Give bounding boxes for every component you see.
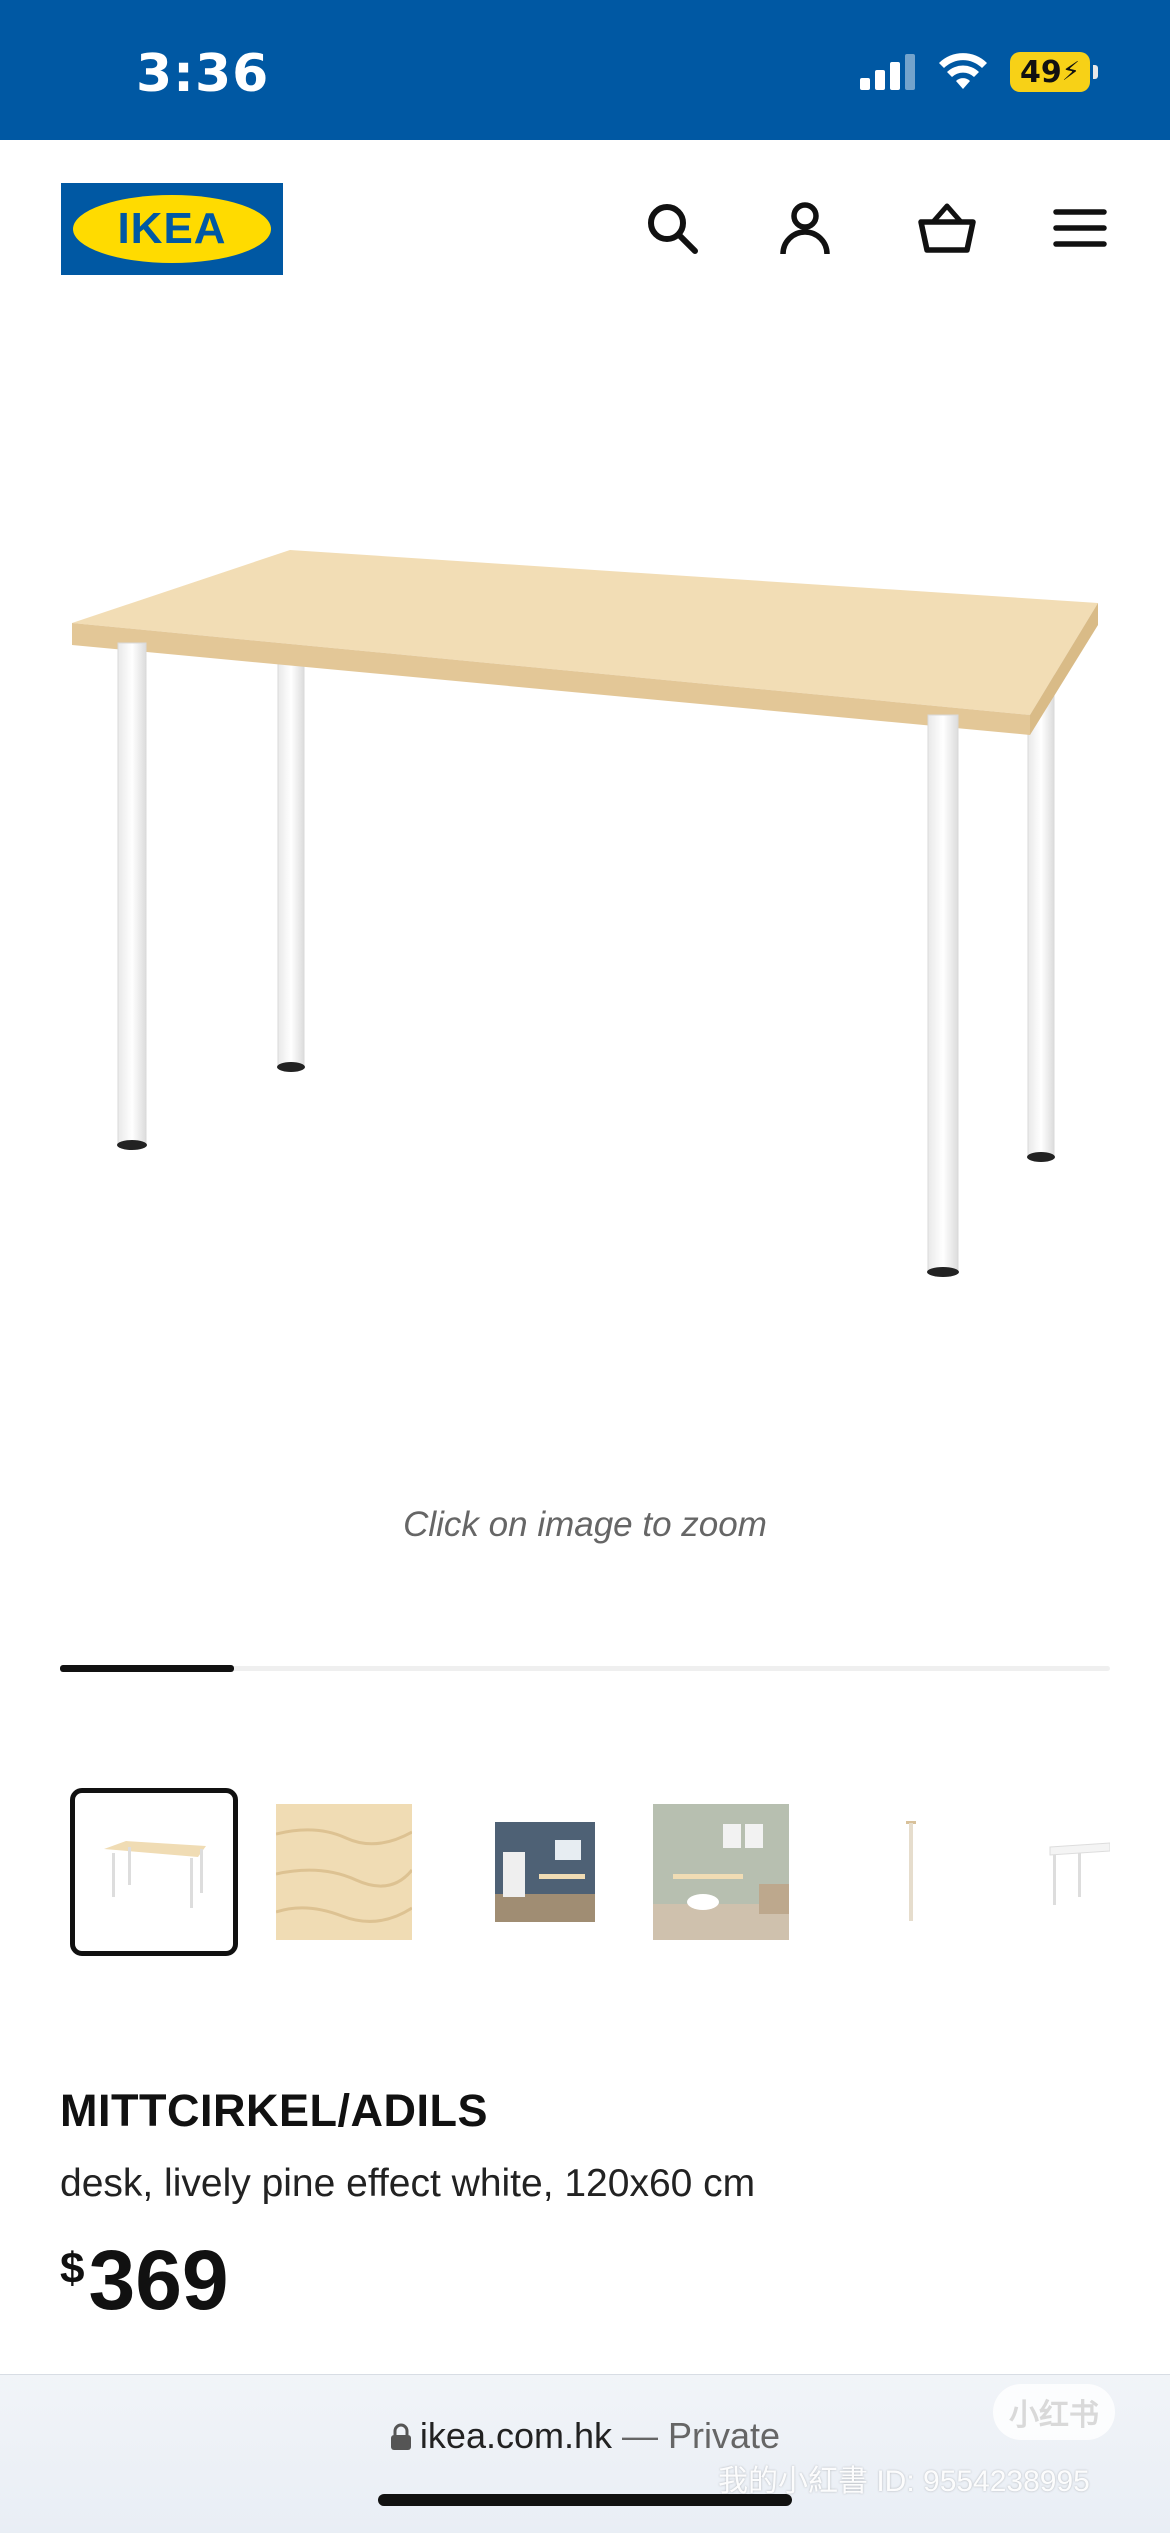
url-domain: ikea.com.hk xyxy=(419,2415,612,2456)
product-price: $ 369 xyxy=(60,2232,229,2328)
battery-icon: 49 ⚡ xyxy=(1010,52,1098,92)
search-icon[interactable] xyxy=(642,198,702,258)
thumbnail-room-1-image xyxy=(495,1822,595,1922)
product-image-desk[interactable] xyxy=(0,315,1170,1495)
private-label: — Private xyxy=(622,2415,781,2456)
thumbnail-leg-image xyxy=(906,1821,916,1921)
product-name: MITTCIRKEL/ADILS xyxy=(60,2085,488,2136)
thumbnail-desk-white[interactable] xyxy=(1020,1788,1140,1956)
ikea-logo[interactable]: IKEA xyxy=(61,183,283,275)
status-time: 3:36 xyxy=(136,44,270,104)
browser-url-bar[interactable]: ikea.com.hk — Private xyxy=(0,2374,1170,2533)
gallery-progress-fill xyxy=(60,1665,235,1672)
thumbnail-room-1[interactable] xyxy=(461,1788,629,1956)
lock-icon xyxy=(390,2423,411,2450)
zoom-hint: Click on image to zoom xyxy=(403,1505,767,1544)
wifi-icon xyxy=(939,53,987,89)
thumbnail-room-2-image xyxy=(653,1804,789,1940)
status-icons: 49 ⚡ xyxy=(860,52,1098,92)
product-image-gallery[interactable] xyxy=(0,315,1170,1635)
site-header: IKEA xyxy=(0,140,1170,315)
thumbnail-pine-surface[interactable] xyxy=(260,1788,428,1956)
thumbnail-pine-image xyxy=(276,1804,412,1940)
battery-level: 49 xyxy=(1019,54,1062,90)
thumbnail-strip xyxy=(0,1788,1170,1960)
status-bar: 3:36 49 ⚡ xyxy=(0,0,1170,140)
thumbnail-desk-image xyxy=(104,1841,206,1908)
watermark-text: 我的小紅書 ID: 9554238995 xyxy=(718,2465,1090,2498)
menu-icon[interactable] xyxy=(1050,198,1110,258)
thumbnail-desk[interactable] xyxy=(70,1788,238,1956)
thumbnail-room-2[interactable] xyxy=(637,1788,805,1956)
price-amount: 369 xyxy=(88,2233,229,2327)
logo-oval: IKEA xyxy=(73,195,271,263)
shopping-basket-icon[interactable] xyxy=(917,198,977,258)
gallery-progress xyxy=(60,1665,1110,1672)
logo-text: IKEA xyxy=(117,204,227,253)
account-icon[interactable] xyxy=(775,198,835,258)
cellular-signal-icon xyxy=(860,54,915,90)
price-currency: $ xyxy=(60,2244,85,2293)
thumbnail-leg[interactable] xyxy=(827,1788,995,1956)
product-description: desk, lively pine effect white, 120x60 c… xyxy=(60,2162,756,2205)
thumbnail-desk-white-image xyxy=(1049,1842,1110,1905)
watermark-badge: 小红书 xyxy=(993,2384,1115,2440)
